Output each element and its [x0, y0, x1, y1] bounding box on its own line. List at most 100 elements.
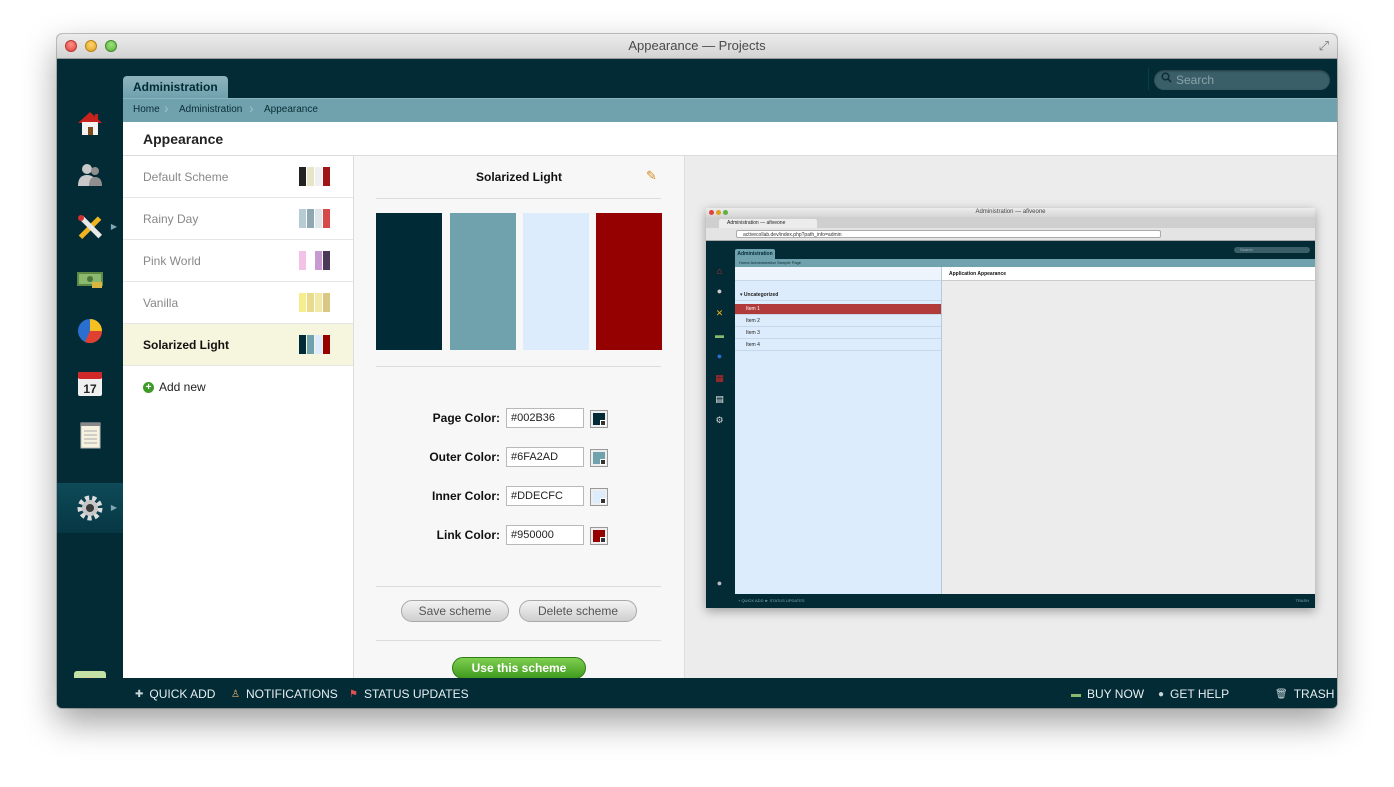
- preview-window-title: Administration — afiveone: [975, 209, 1046, 215]
- top-bar: Administration: [57, 59, 1337, 98]
- preview-browser-tab: Administration — afiveone: [719, 219, 817, 228]
- preview-pie-icon: ●: [716, 351, 723, 361]
- crumb-administration[interactable]: Administration: [179, 104, 242, 115]
- page-color-field[interactable]: [506, 408, 584, 428]
- inner-color-row: Inner Color:: [354, 486, 684, 510]
- calendar-icon[interactable]: 17: [57, 358, 123, 408]
- get-help-label: GET HELP: [1170, 687, 1230, 701]
- scheme-swatches: [299, 335, 330, 354]
- page-header: Appearance: [123, 122, 1337, 156]
- swatch: [299, 293, 306, 312]
- status-updates-label: STATUS UPDATES: [363, 687, 469, 701]
- preview-footer: + QUICK ADD ► STATUS UPDATES TRASH: [706, 594, 1315, 608]
- inner-color-picker[interactable]: [590, 488, 608, 506]
- crumb-separator-icon: ›: [249, 100, 254, 116]
- trash-icon: 🗑: [1275, 688, 1288, 700]
- scheme-item-solarized-light[interactable]: Solarized Light: [123, 324, 353, 366]
- outer-color-picker[interactable]: [590, 449, 608, 467]
- status-updates-button[interactable]: ⚑ STATUS UPDATES: [349, 687, 469, 701]
- search-input[interactable]: [1176, 72, 1326, 88]
- money-icon: ▬: [1071, 688, 1081, 700]
- preview-url-bar: activecollab.dev/index.php?path_info=adm…: [706, 228, 1315, 241]
- scheme-title: Solarized Light: [475, 170, 562, 184]
- preview-tabs-bar: Administration — afiveone: [706, 217, 1315, 228]
- preview-list-toolbar: [735, 267, 941, 281]
- outer-color-label: Outer Color:: [429, 450, 500, 464]
- crumb-separator-icon: ›: [164, 100, 169, 116]
- preview-titlebar: Administration — afiveone: [706, 208, 1315, 217]
- link-color-field[interactable]: [506, 525, 584, 545]
- sidebar: ▶ 17 ▶ ▶: [57, 98, 123, 703]
- scheme-item-rainy-day[interactable]: Rainy Day: [123, 198, 353, 240]
- swatch: [323, 167, 330, 186]
- swatch: [307, 251, 314, 270]
- link-color-label: Link Color:: [436, 528, 500, 542]
- scheme-swatches: [299, 209, 330, 228]
- tools-icon[interactable]: ▶: [57, 202, 123, 252]
- search-box[interactable]: [1154, 70, 1330, 90]
- outer-color-field[interactable]: [506, 447, 584, 467]
- color-chip-fill: [593, 491, 606, 504]
- divider: [1148, 68, 1149, 90]
- scheme-item-vanilla[interactable]: Vanilla: [123, 282, 353, 324]
- preview-list: ▾ Uncategorized Item 1 Item 2 Item 3 Ite…: [735, 267, 942, 594]
- scheme-item-default[interactable]: Default Scheme: [123, 156, 353, 198]
- money-icon[interactable]: [57, 254, 123, 304]
- link-color-row: Link Color:: [354, 525, 684, 549]
- scheme-swatches: [299, 251, 330, 270]
- preview-avatar-icon: ●: [716, 578, 723, 588]
- page-color-label: Page Color:: [432, 411, 500, 425]
- use-scheme-button[interactable]: Use this scheme: [452, 657, 586, 679]
- buy-now-button[interactable]: ▬ BUY NOW: [1071, 687, 1144, 701]
- delete-scheme-button[interactable]: Delete scheme: [519, 600, 637, 622]
- plus-icon: ✚: [135, 688, 144, 700]
- swatch: [323, 293, 330, 312]
- link-color-block: [596, 213, 662, 350]
- preview-group: ▾ Uncategorized: [735, 290, 941, 301]
- scheme-item-pink-world[interactable]: Pink World: [123, 240, 353, 282]
- fullscreen-icon[interactable]: ⤢: [1319, 38, 1329, 54]
- add-new-label: Add new: [159, 380, 206, 394]
- swatch: [315, 293, 322, 312]
- notebook-icon[interactable]: [57, 410, 123, 460]
- crumb-home[interactable]: Home: [133, 104, 160, 115]
- home-icon[interactable]: [57, 98, 123, 148]
- link-color-picker[interactable]: [590, 527, 608, 545]
- save-scheme-button[interactable]: Save scheme: [401, 600, 509, 622]
- divider: [376, 586, 661, 587]
- add-new-scheme-link[interactable]: + Add new: [143, 380, 206, 394]
- color-chip-fill: [593, 413, 606, 426]
- flag-icon: ⚑: [349, 688, 358, 700]
- quick-add-button[interactable]: ✚ QUICK ADD: [135, 687, 215, 701]
- people-icon[interactable]: [57, 150, 123, 200]
- tab-administration[interactable]: Administration: [123, 76, 228, 98]
- notifications-button[interactable]: ♙ NOTIFICATIONS: [231, 687, 338, 701]
- pie-chart-icon[interactable]: [57, 306, 123, 356]
- swatch: [323, 209, 330, 228]
- swatch: [315, 335, 322, 354]
- inner-color-field[interactable]: [506, 486, 584, 506]
- get-help-button[interactable]: ● GET HELP: [1158, 687, 1229, 701]
- swatch: [323, 335, 330, 354]
- scheme-name: Solarized Light: [143, 338, 230, 352]
- speech-bubble-icon: ●: [1158, 688, 1165, 700]
- preview-item: Item 4: [735, 340, 941, 351]
- outer-color-block: [450, 213, 516, 350]
- title-bar: Appearance — Projects ⤢: [57, 34, 1337, 59]
- crumb-appearance[interactable]: Appearance: [264, 104, 318, 115]
- settings-icon[interactable]: ▶: [57, 483, 123, 533]
- trash-label: TRASH: [1293, 687, 1335, 701]
- scheme-name: Default Scheme: [143, 170, 229, 184]
- swatch: [315, 209, 322, 228]
- divider: [376, 366, 661, 367]
- preview-money-icon: ▬: [715, 330, 724, 340]
- expand-arrow-icon: ▶: [110, 503, 117, 512]
- edit-pencil-icon[interactable]: ✎: [646, 168, 657, 184]
- trash-button[interactable]: 🗑 TRASH: [1275, 687, 1334, 701]
- quick-add-label: QUICK ADD: [149, 687, 216, 701]
- preview-search: Search: [1234, 247, 1310, 253]
- scheme-swatches: [299, 167, 330, 186]
- color-chip-fill: [593, 452, 606, 465]
- buy-now-label: BUY NOW: [1087, 687, 1145, 701]
- page-color-picker[interactable]: [590, 410, 608, 428]
